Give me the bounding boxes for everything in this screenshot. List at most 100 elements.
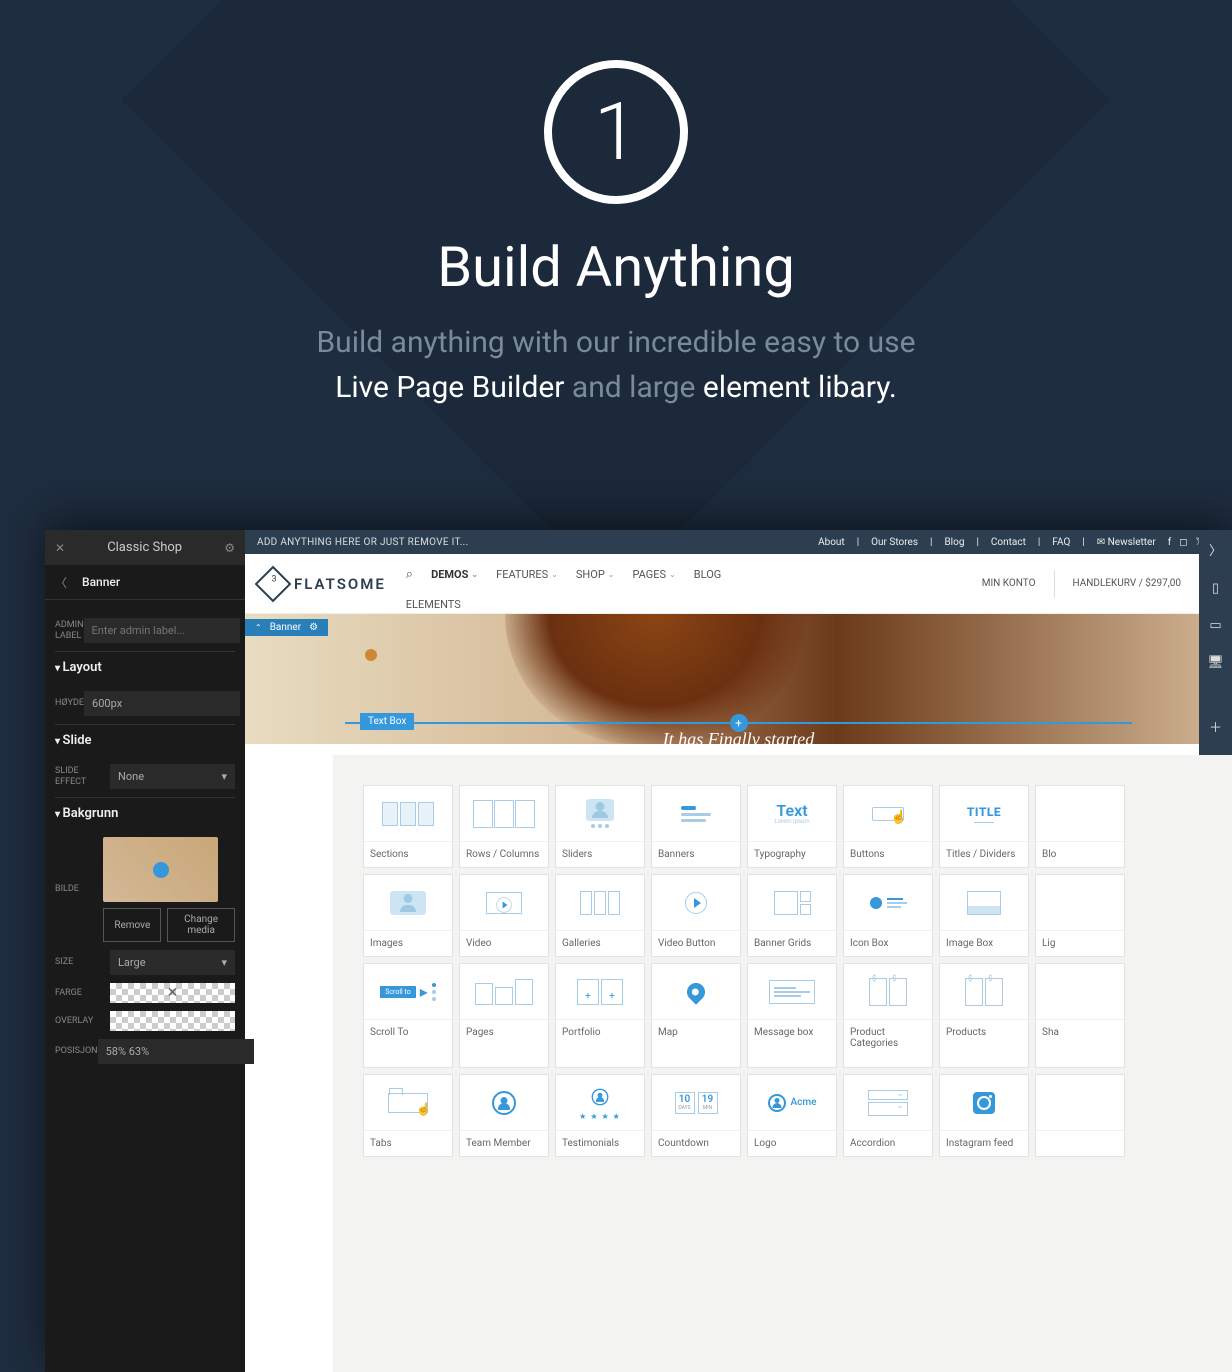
posisjon-input[interactable] [98,1039,254,1064]
account-link[interactable]: MIN KONTO [982,578,1036,589]
topbar-link[interactable]: Our Stores [871,537,918,548]
element-video[interactable]: Video [459,874,549,957]
hand-pointer-icon: ☝ [416,1102,431,1116]
remove-button[interactable]: Remove [103,908,161,942]
element-sliders[interactable]: Sliders [555,785,645,868]
element-team-member[interactable]: Team Member [459,1074,549,1157]
section-layout[interactable]: Layout [55,651,235,683]
element-library: Sections Rows / Columns Sliders Banners … [333,755,1232,1372]
nav-blog[interactable]: BLOG [694,568,722,581]
main-nav: ⌕ DEMOS⌄ FEATURES⌄ SHOP⌄ PAGES⌄ BLOG ELE… [406,557,982,611]
element-banner-grids[interactable]: Banner Grids [747,874,837,957]
element-message-box[interactable]: Message box [747,963,837,1068]
site-logo[interactable]: FLATSOME [260,571,386,597]
banner-tag[interactable]: ⌃ Banner ⚙ [245,619,328,636]
hoyde-input[interactable] [84,691,240,716]
element-countdown[interactable]: 10DAYS19MINCountdown [651,1074,741,1157]
textbox-tag[interactable]: Text Box [360,713,414,730]
banner-caption: It has Finally started [663,729,815,744]
close-icon[interactable]: ✕ [55,541,65,555]
hand-pointer-icon: ☝ [891,810,907,825]
topbar-message: ADD ANYTHING HERE OR JUST REMOVE IT... [257,537,469,548]
topbar-link[interactable]: Blog [944,537,964,548]
gear-icon[interactable]: ⚙ [309,622,318,633]
element-images[interactable]: Images [363,874,453,957]
element-pages[interactable]: Pages [459,963,549,1068]
sidebar-header: ✕ Classic Shop ⚙ [45,530,245,565]
section-slide[interactable]: Slide [55,724,235,756]
map-pin-icon [683,979,708,1004]
element-testimonials[interactable]: ★ ★ ★ ★Testimonials [555,1074,645,1157]
nav-pages[interactable]: PAGES⌄ [632,568,675,581]
element-lightbox[interactable]: Lig [1035,874,1125,957]
sidebar-title: Classic Shop [107,540,182,555]
topbar-link[interactable]: About [818,537,845,548]
instagram-icon [973,1092,995,1114]
search-icon[interactable]: ⌕ [406,567,413,582]
element-map[interactable]: Map [651,963,741,1068]
element-rows-columns[interactable]: Rows / Columns [459,785,549,868]
topbar-link[interactable]: Contact [991,537,1026,548]
breadcrumb[interactable]: 〈 Banner [45,565,245,600]
decor-hair [505,614,805,744]
element-instagram-feed[interactable]: Instagram feed [939,1074,1029,1157]
posisjon-label: POSISJON [55,1046,98,1057]
size-select[interactable]: Large▾ [110,950,235,975]
image-thumbnail[interactable] [103,837,218,902]
site-header: FLATSOME ⌕ DEMOS⌄ FEATURES⌄ SHOP⌄ PAGES⌄… [245,554,1232,614]
newsletter-link[interactable]: ✉ Newsletter [1097,537,1156,548]
element-products[interactable]: Products [939,963,1029,1068]
nav-features[interactable]: FEATURES⌄ [496,568,558,581]
chevron-left-icon[interactable]: 〈 [55,574,67,591]
section-bakgrunn[interactable]: Bakgrunn [55,797,235,829]
decor-nail [365,649,377,661]
step-number-circle: 1 [544,60,688,204]
element-image-box[interactable]: Image Box [939,874,1029,957]
element-buttons[interactable]: ☝Buttons [843,785,933,868]
element-accordion[interactable]: Accordion [843,1074,933,1157]
element-titles-dividers[interactable]: TITLETitles / Dividers [939,785,1029,868]
slide-effect-select[interactable]: None▾ [110,764,235,789]
hero-subtitle: Build anything with our incredible easy … [0,320,1232,410]
mobile-icon[interactable]: ▯ [1212,581,1219,596]
builder-window: ✕ Classic Shop ⚙ 〈 Banner ADMIN LABEL La… [45,530,1232,1372]
chevron-up-icon[interactable]: ⌃ [255,623,262,632]
element-scroll-to[interactable]: Scroll to▸Scroll To [363,963,453,1068]
facebook-icon[interactable]: f [1168,537,1171,548]
gear-icon[interactable]: ⚙ [224,541,235,555]
element-video-button[interactable]: Video Button [651,874,741,957]
admin-label-input[interactable] [84,618,240,643]
settings-sidebar: ✕ Classic Shop ⚙ 〈 Banner ADMIN LABEL La… [45,530,245,1372]
element-banners[interactable]: Banners [651,785,741,868]
cart-label[interactable]: HANDLEKURV / $297,00 [1073,578,1181,589]
tablet-icon[interactable]: ▭ [1209,618,1221,633]
instagram-icon[interactable]: ◻ [1179,537,1187,548]
element-typography[interactable]: TextLorem IpsumTypography [747,785,837,868]
plus-icon[interactable]: ＋ [1209,717,1222,736]
nav-shop[interactable]: SHOP⌄ [576,568,615,581]
site-topbar: ADD ANYTHING HERE OR JUST REMOVE IT... A… [245,530,1232,554]
farge-swatch[interactable] [110,983,235,1003]
hero-section: 1 Build Anything Build anything with our… [0,0,1232,410]
element-tabs[interactable]: ☝Tabs [363,1074,453,1157]
overlay-swatch[interactable] [110,1011,235,1031]
element-galleries[interactable]: Galleries [555,874,645,957]
chevron-right-icon[interactable]: 〉 [1209,540,1222,559]
element-product-categories[interactable]: Product Categories [843,963,933,1068]
change-media-button[interactable]: Change media [167,908,235,942]
element-portfolio[interactable]: Portfolio [555,963,645,1068]
nav-elements[interactable]: ELEMENTS [406,598,982,611]
nav-demos[interactable]: DEMOS⌄ [431,568,478,581]
logo-mark-icon [255,565,292,602]
size-label: SIZE [55,957,110,968]
element-logo[interactable]: AcmeLogo [747,1074,837,1157]
element-icon-box[interactable]: Icon Box [843,874,933,957]
slide-effect-label: SLIDE EFFECT [55,766,110,788]
topbar-link[interactable]: FAQ [1052,537,1070,548]
element-sections[interactable]: Sections [363,785,453,868]
element-more[interactable] [1035,1074,1125,1157]
desktop-icon[interactable]: 🖥 [1207,655,1224,670]
element-share[interactable]: Sha [1035,963,1125,1068]
element-blockquote[interactable]: Blo [1035,785,1125,868]
canvas-preview: ⌃ Banner ⚙ Text Box + It has Finally sta… [245,614,1232,744]
